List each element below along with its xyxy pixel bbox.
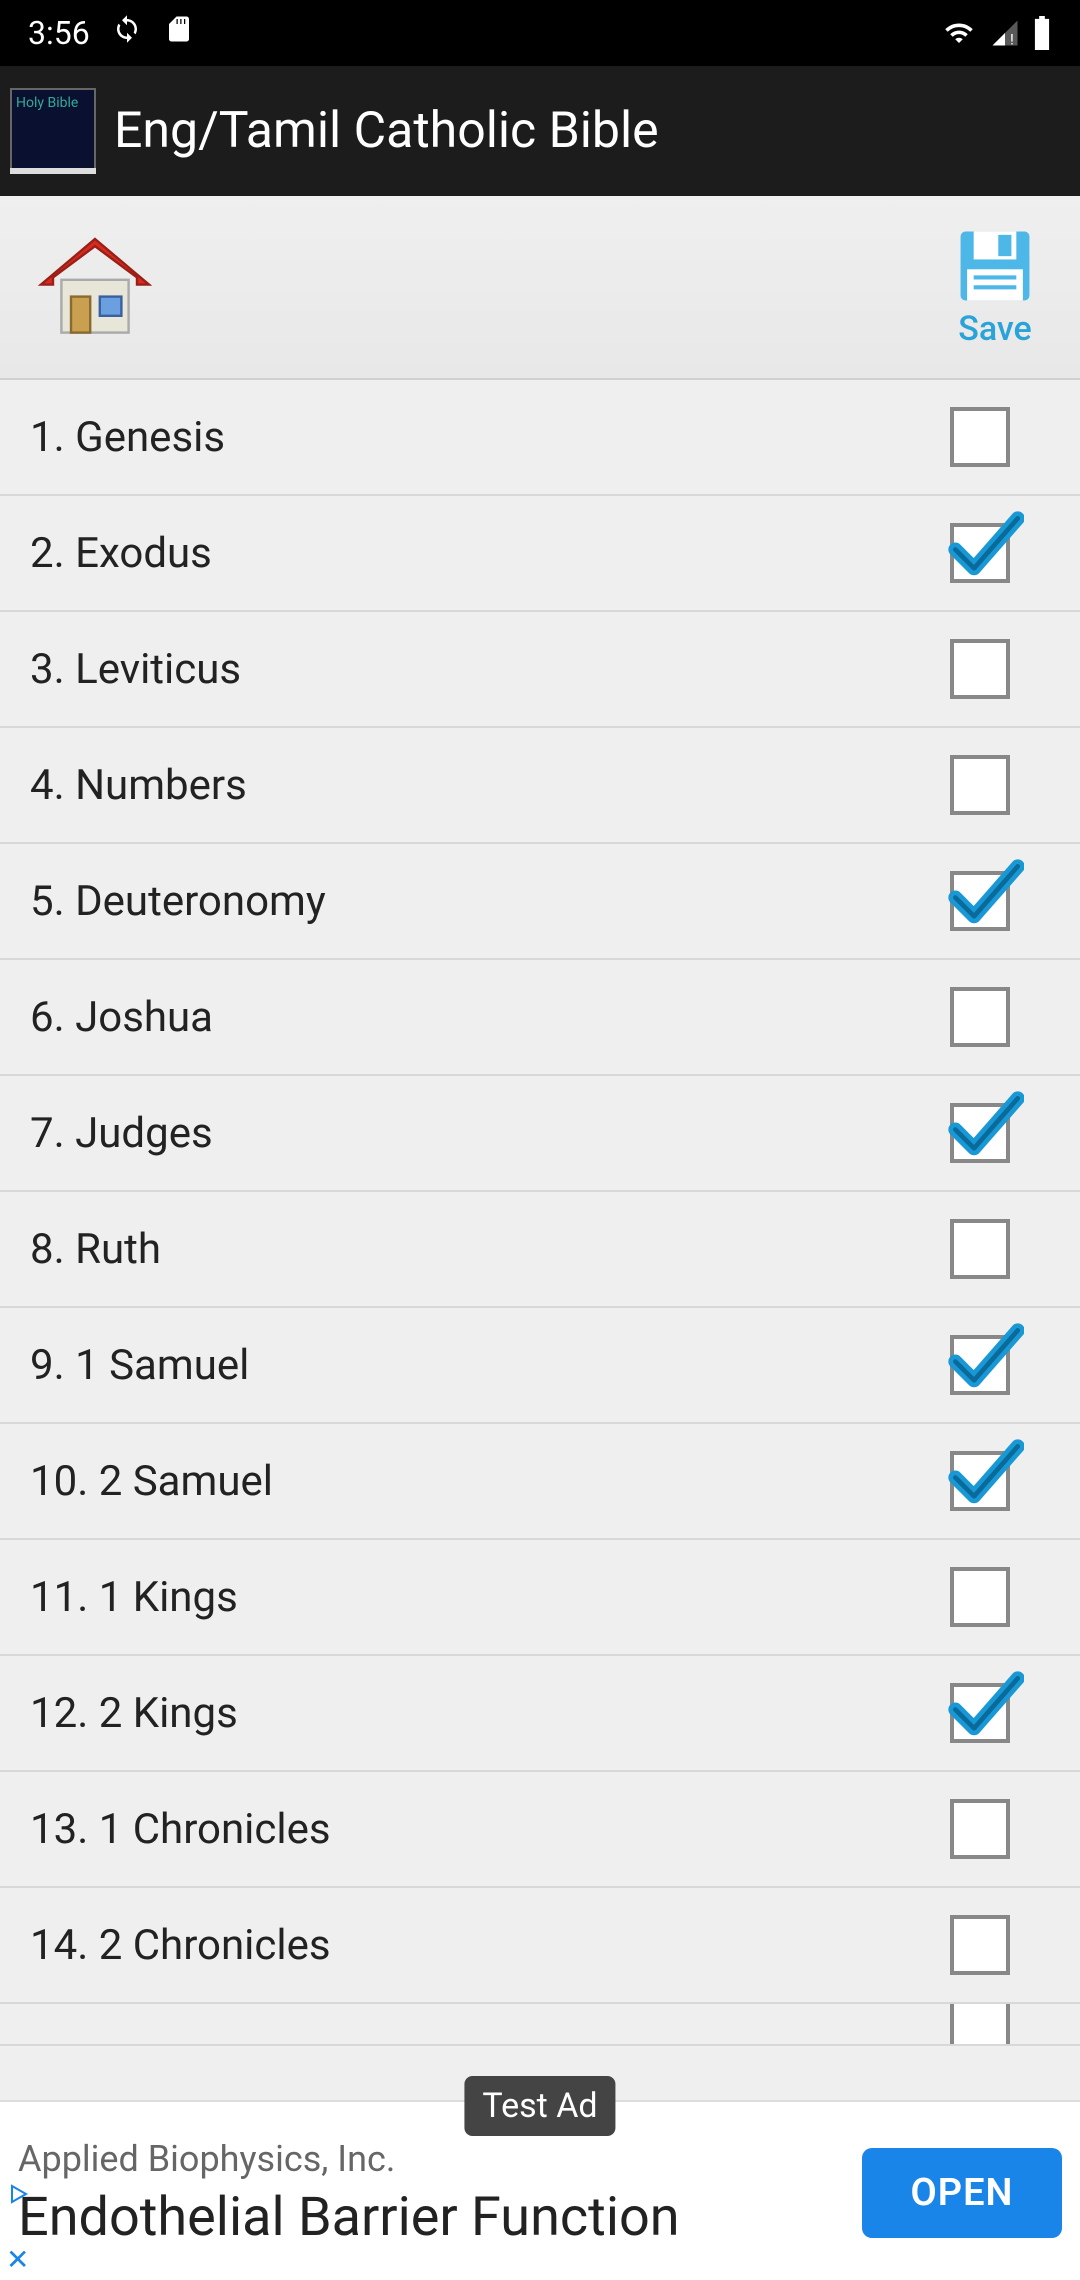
checkbox[interactable]: [950, 639, 1010, 699]
checkbox[interactable]: [950, 1219, 1010, 1279]
list-item[interactable]: [0, 2004, 1080, 2046]
list-item[interactable]: 13. 1 Chronicles: [0, 1772, 1080, 1888]
book-label: 2. Exodus: [30, 529, 930, 578]
checkbox[interactable]: [950, 2004, 1010, 2046]
book-label: 14. 2 Chronicles: [30, 1921, 930, 1970]
adchoices-icon[interactable]: [6, 2182, 30, 2206]
list-item[interactable]: 2. Exodus: [0, 496, 1080, 612]
checkbox[interactable]: [950, 1567, 1010, 1627]
book-label: 3. Leviticus: [30, 645, 930, 694]
book-label: 11. 1 Kings: [30, 1573, 930, 1622]
nav-pill[interactable]: [440, 2262, 640, 2270]
list-item[interactable]: 9. 1 Samuel: [0, 1308, 1080, 1424]
checkbox[interactable]: [950, 871, 1010, 931]
checkbox[interactable]: [950, 987, 1010, 1047]
app-title: Eng/Tamil Catholic Bible: [114, 102, 659, 160]
book-list[interactable]: 1. Genesis 2. Exodus 3. Leviticus 4. Num…: [0, 380, 1080, 2216]
svg-text:!: !: [1010, 30, 1014, 48]
book-label: 9. 1 Samuel: [30, 1341, 930, 1390]
list-item[interactable]: 10. 2 Samuel: [0, 1424, 1080, 1540]
list-item[interactable]: 6. Joshua: [0, 960, 1080, 1076]
save-icon: [954, 225, 1036, 307]
book-label: 4. Numbers: [30, 761, 930, 810]
book-label: 1. Genesis: [30, 413, 930, 462]
list-item[interactable]: 14. 2 Chronicles: [0, 1888, 1080, 2004]
list-item[interactable]: 4. Numbers: [0, 728, 1080, 844]
checkbox[interactable]: [950, 1335, 1010, 1395]
wifi-icon: [940, 18, 978, 48]
list-item[interactable]: 12. 2 Kings: [0, 1656, 1080, 1772]
ad-headline: Endothelial Barrier Function: [18, 2186, 862, 2249]
book-label: 5. Deuteronomy: [30, 877, 930, 926]
list-item[interactable]: 8. Ruth: [0, 1192, 1080, 1308]
ad-open-button[interactable]: OPEN: [862, 2148, 1062, 2238]
book-label: 7. Judges: [30, 1109, 930, 1158]
ad-close-icon[interactable]: ✕: [6, 2248, 30, 2272]
list-item[interactable]: 1. Genesis: [0, 380, 1080, 496]
ad-banner[interactable]: Test Ad Applied Biophysics, Inc. Endothe…: [0, 2100, 1080, 2280]
checkbox[interactable]: [950, 407, 1010, 467]
save-button[interactable]: Save: [940, 225, 1050, 349]
checkbox[interactable]: [950, 1103, 1010, 1163]
app-icon: Holy Bible: [10, 88, 96, 174]
content-area: Save 1. Genesis 2. Exodus 3. Leviticus 4…: [0, 196, 1080, 2216]
ad-badge: Test Ad: [464, 2076, 615, 2136]
checkbox[interactable]: [950, 1451, 1010, 1511]
sd-card-icon: [164, 14, 194, 52]
book-label: 13. 1 Chronicles: [30, 1805, 930, 1854]
battery-icon: [1032, 16, 1052, 50]
list-item[interactable]: 7. Judges: [0, 1076, 1080, 1192]
app-bar: Holy Bible Eng/Tamil Catholic Bible: [0, 66, 1080, 196]
status-time: 3:56: [28, 14, 90, 52]
status-bar: 3:56 !: [0, 0, 1080, 66]
home-button[interactable]: [30, 222, 160, 352]
book-label: 10. 2 Samuel: [30, 1457, 930, 1506]
save-label: Save: [958, 309, 1032, 349]
signal-icon: !: [988, 18, 1022, 48]
checkbox[interactable]: [950, 1683, 1010, 1743]
checkbox[interactable]: [950, 523, 1010, 583]
toolbar: Save: [0, 196, 1080, 380]
sync-icon: [112, 14, 142, 52]
book-label: 12. 2 Kings: [30, 1689, 930, 1738]
checkbox[interactable]: [950, 1915, 1010, 1975]
list-item[interactable]: 3. Leviticus: [0, 612, 1080, 728]
list-item[interactable]: 5. Deuteronomy: [0, 844, 1080, 960]
list-item[interactable]: 11. 1 Kings: [0, 1540, 1080, 1656]
checkbox[interactable]: [950, 755, 1010, 815]
book-label: 6. Joshua: [30, 993, 930, 1042]
checkbox[interactable]: [950, 1799, 1010, 1859]
book-label: 8. Ruth: [30, 1225, 930, 1274]
ad-advertiser: Applied Biophysics, Inc.: [18, 2138, 862, 2180]
